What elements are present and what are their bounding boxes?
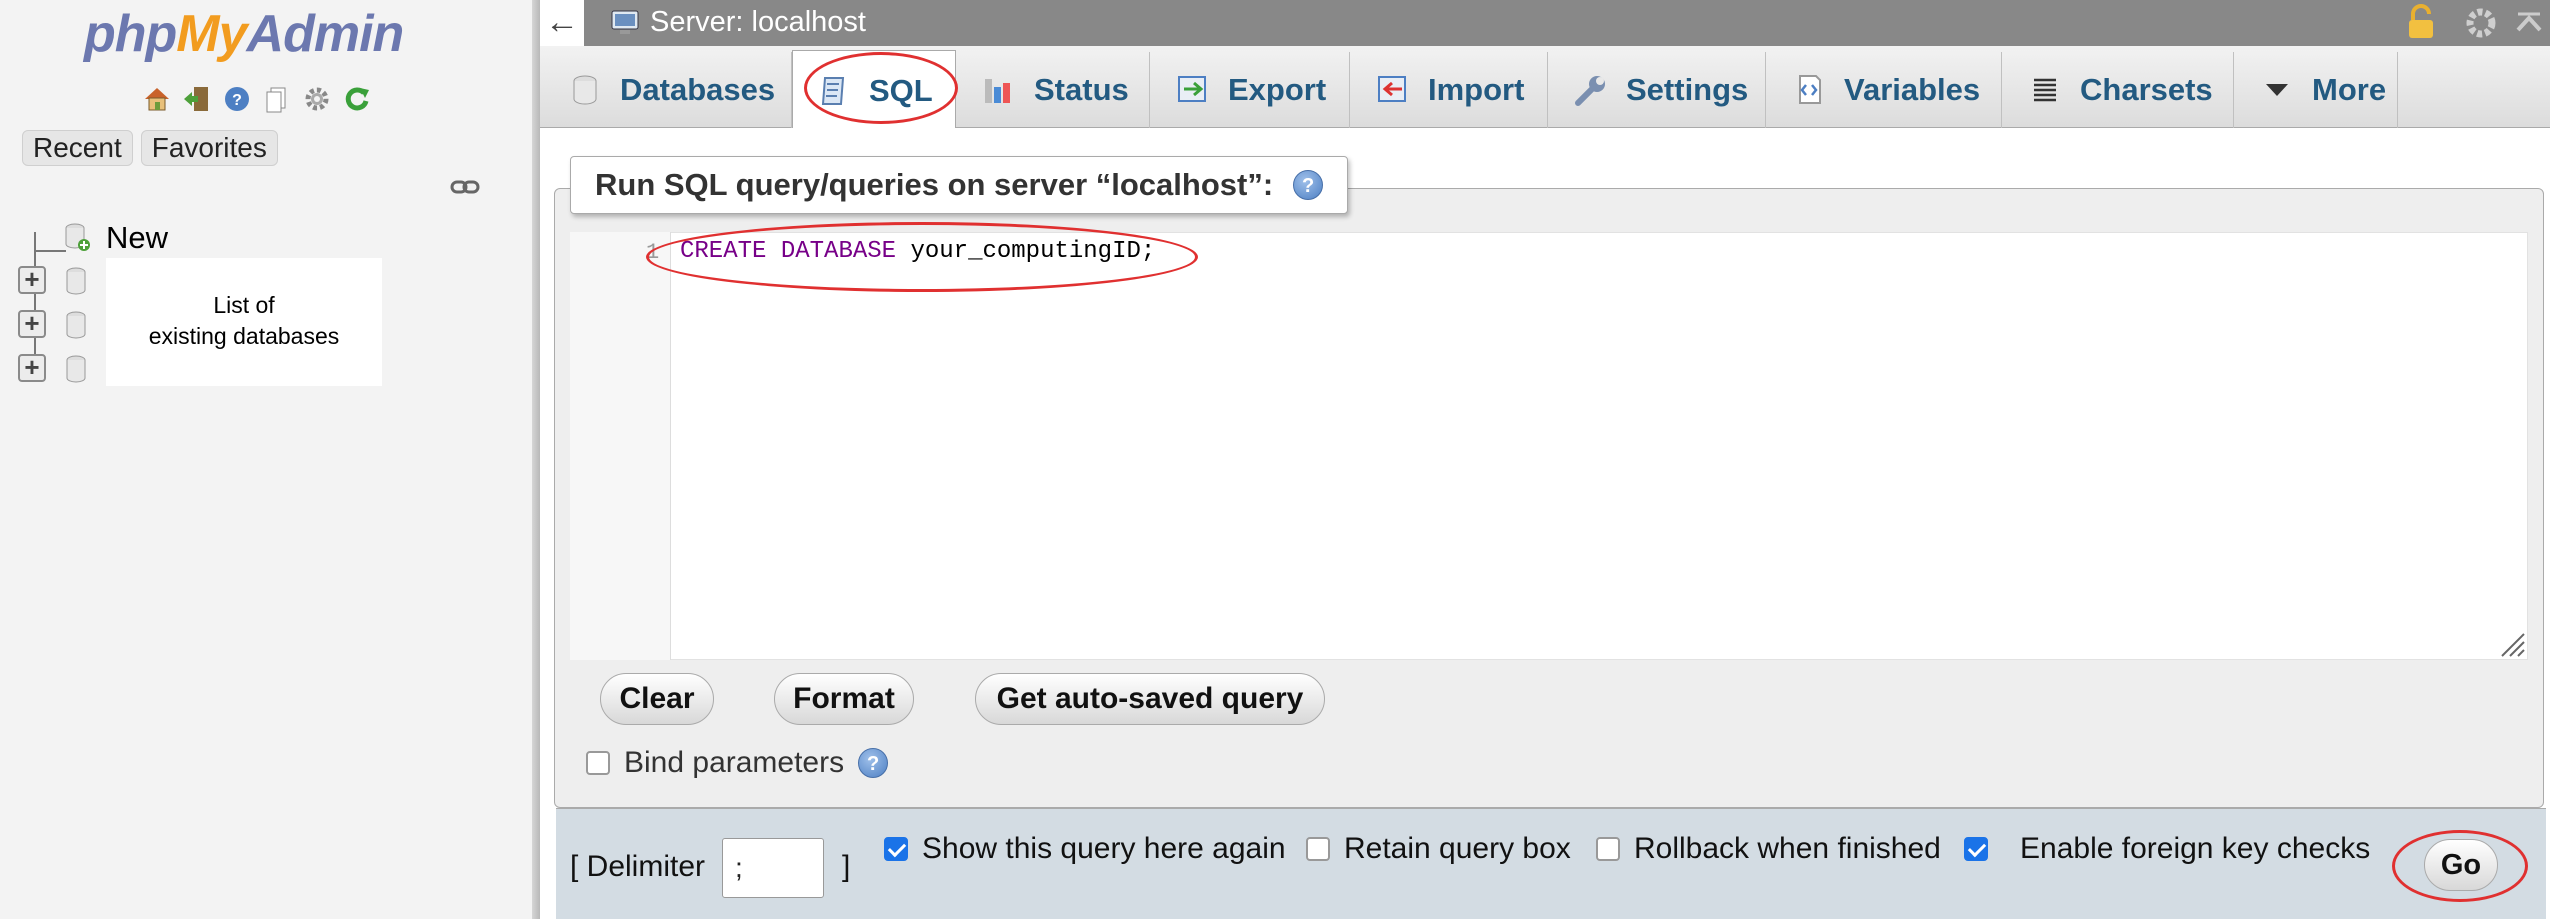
tab-label: Databases	[620, 72, 776, 107]
delimiter-close-bracket: ]	[842, 850, 851, 883]
wrench-icon	[1575, 76, 1605, 106]
settings-gear-icon[interactable]	[2462, 4, 2500, 42]
database-icon	[573, 75, 597, 105]
link-with-main-panel-icon[interactable]	[450, 176, 480, 198]
bind-parameters-checkbox[interactable]	[586, 751, 610, 775]
tab-variables[interactable]: Variables	[1766, 52, 2002, 128]
sidebar-tabs: Recent Favorites	[22, 130, 278, 166]
tab-status[interactable]: Status	[956, 52, 1150, 128]
delimiter-input[interactable]: ;	[722, 838, 824, 898]
svg-text:?: ?	[232, 92, 242, 109]
status-chart-icon	[985, 79, 1010, 103]
tab-label: Import	[1428, 72, 1525, 107]
new-database-link[interactable]: New	[106, 220, 168, 256]
sidebar-quick-links: ?	[140, 82, 374, 118]
server-icon	[611, 10, 639, 34]
delimiter-label: [ Delimiter	[570, 850, 706, 883]
tab-label: Charsets	[2080, 72, 2213, 107]
tree-new-database[interactable]: New	[34, 220, 168, 256]
help-icon[interactable]: ?	[220, 82, 254, 116]
editor-resize-handle-icon[interactable]	[2496, 628, 2526, 658]
foreign-key-checks-checkbox[interactable]	[1964, 837, 1988, 861]
tab-label: Export	[1228, 72, 1327, 107]
tab-label: More	[2312, 72, 2387, 107]
foreign-key-checks-label: Enable foreign key checks	[2020, 832, 2371, 865]
editor-line-gutter	[570, 232, 671, 660]
option-rollback-when-finished[interactable]: Rollback when finished	[1596, 832, 1941, 866]
expand-icon[interactable]: +	[18, 310, 46, 338]
db-list-note-line1: List of	[213, 292, 275, 318]
documentation-icon[interactable]	[260, 82, 294, 116]
bind-parameters-label: Bind parameters	[624, 746, 845, 779]
tab-more[interactable]: More	[2234, 52, 2398, 128]
server-breadcrumb[interactable]: Server: localhost	[650, 6, 866, 39]
rollback-label: Rollback when finished	[1634, 832, 1941, 865]
annotation-sql-query	[646, 222, 1198, 292]
sidebar-resizer[interactable]	[532, 0, 540, 919]
tab-label: Status	[1034, 72, 1129, 107]
settings-gear-icon[interactable]	[300, 82, 334, 116]
favorites-button[interactable]: Favorites	[140, 130, 278, 166]
new-database-icon	[65, 223, 90, 251]
retain-query-box-checkbox[interactable]	[1306, 837, 1330, 861]
export-icon	[1178, 76, 1206, 102]
annotation-go-button	[2392, 830, 2528, 902]
home-icon[interactable]	[140, 82, 174, 116]
db-list-note-line2: existing databases	[148, 323, 340, 349]
phpmyadmin-logo[interactable]: phpMyAdmin	[84, 4, 405, 64]
collapse-sidebar-button[interactable]: ←	[540, 0, 584, 46]
retain-query-box-label: Retain query box	[1344, 832, 1571, 865]
tab-charsets[interactable]: Charsets	[2002, 52, 2234, 128]
option-retain-query-box[interactable]: Retain query box	[1306, 832, 1571, 866]
recent-button[interactable]: Recent	[22, 130, 133, 166]
import-icon	[1378, 76, 1406, 102]
tab-label: Variables	[1844, 72, 1981, 107]
logo-admin: Admin	[246, 5, 405, 63]
sql-query-editor[interactable]	[570, 232, 2528, 660]
reload-icon[interactable]	[340, 82, 374, 116]
tree-database-row[interactable]: +	[18, 310, 46, 338]
lock-icon[interactable]	[2404, 4, 2438, 42]
sql-query-legend: Run SQL query/queries on server “localho…	[570, 156, 1349, 214]
bind-parameters-row: Bind parameters ?	[586, 746, 889, 780]
logo-php: php	[84, 5, 177, 63]
chevron-down-icon	[2266, 84, 2288, 96]
sql-query-heading: Run SQL query/queries on server “localho…	[595, 167, 1274, 202]
database-list-placeholder: List of existing databases	[106, 258, 382, 386]
rollback-checkbox[interactable]	[1596, 837, 1620, 861]
database-icon	[66, 355, 86, 383]
show-query-checkbox[interactable]	[884, 837, 908, 861]
tab-export[interactable]: Export	[1150, 52, 1350, 128]
expand-icon[interactable]: +	[18, 354, 46, 382]
variables-icon	[1799, 75, 1821, 104]
help-icon[interactable]: ?	[858, 748, 889, 778]
get-auto-saved-query-button[interactable]: Get auto-saved query	[975, 673, 1325, 725]
tree-database-row[interactable]: +	[18, 354, 46, 382]
exit-icon[interactable]	[180, 82, 214, 116]
database-icon	[66, 311, 86, 339]
tab-settings[interactable]: Settings	[1548, 52, 1766, 128]
option-enable-foreign-key-checks[interactable]: Enable foreign key checks	[1964, 832, 2370, 866]
clear-button[interactable]: Clear	[600, 673, 714, 725]
show-query-label: Show this query here again	[922, 832, 1286, 865]
annotation-sql-tab	[804, 52, 958, 124]
tab-import[interactable]: Import	[1350, 52, 1548, 128]
help-icon[interactable]: ?	[1293, 170, 1324, 200]
expand-icon[interactable]: +	[18, 266, 46, 294]
charsets-icon	[2034, 78, 2056, 102]
format-button[interactable]: Format	[774, 673, 914, 725]
tab-databases[interactable]: Databases	[542, 52, 792, 128]
database-icon	[66, 267, 86, 295]
collapse-top-menu-icon[interactable]	[2512, 4, 2546, 42]
logo-my: My	[176, 5, 247, 63]
tree-database-row[interactable]: +	[18, 266, 46, 294]
tab-label: Settings	[1626, 72, 1749, 107]
option-show-query-again[interactable]: Show this query here again	[884, 832, 1286, 866]
